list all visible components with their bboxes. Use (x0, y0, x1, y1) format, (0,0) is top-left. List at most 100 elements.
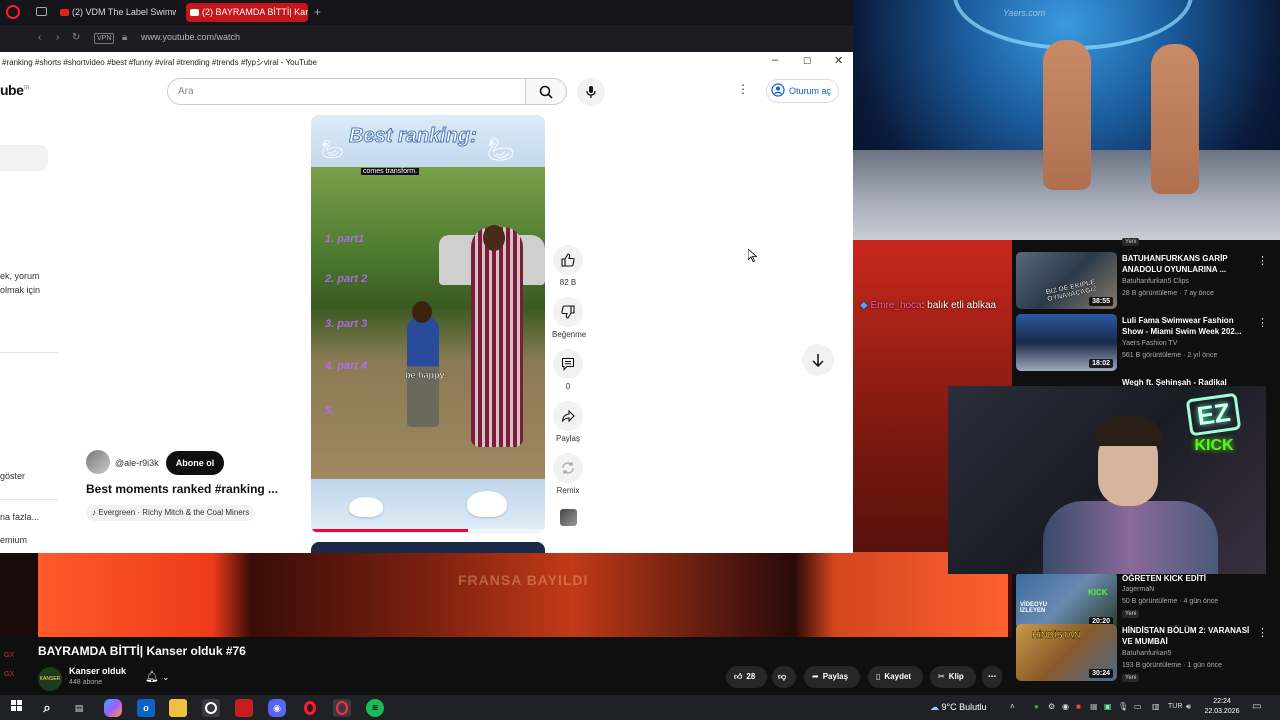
remix-button[interactable] (553, 453, 583, 483)
like-button[interactable] (553, 245, 583, 275)
mic-icon (586, 86, 596, 98)
file-explorer-icon[interactable] (169, 699, 187, 717)
app-tray-icon[interactable]: ▦ (1090, 702, 1098, 711)
opera-gx-icon[interactable] (333, 699, 351, 717)
rec-item[interactable]: VİDEOYU İZLEYEN KICK 20:20 ÖĞRETEN KICK … (1016, 572, 1278, 630)
music-chip[interactable]: ♪ Evergreen · Richy Mitch & the Coal Min… (86, 505, 256, 521)
more-icon[interactable]: ⋮ (1257, 254, 1268, 267)
sound-thumbnail[interactable] (560, 509, 577, 526)
subscribe-button[interactable]: Abone ol (166, 451, 224, 475)
save-button[interactable]: ▯ Kaydet (868, 666, 924, 688)
short-title[interactable]: Best moments ranked #ranking ... (86, 482, 278, 496)
dislike-button[interactable]: 👎︎ (772, 666, 797, 688)
reload-icon[interactable]: ↻ (72, 32, 80, 43)
comment-button[interactable] (553, 349, 583, 379)
signin-button[interactable]: Oturum aç (766, 79, 839, 103)
thumbs-up-icon: 👍︎ (734, 672, 743, 681)
stream-info: BAYRAMDA BİTTİ| Kanser olduk #76 KANSER … (0, 637, 1012, 695)
short-channel-name[interactable]: @ale-r9i3k (115, 458, 159, 468)
steam-tray-icon[interactable]: ⚙ (1048, 702, 1055, 711)
weather-widget[interactable]: ☁ 9°C Bulutlu (930, 702, 987, 713)
dislike-button[interactable] (553, 297, 583, 327)
tab-switcher-icon[interactable] (36, 7, 47, 16)
thumb-text: VİDEOYU İZLEYEN (1020, 602, 1048, 614)
search-input[interactable]: Ara (167, 78, 526, 105)
channel-name[interactable]: Kanser olduk (69, 666, 126, 676)
short-video-player[interactable]: Best ranking: 🦢︎ 🦢︎ be happy. comes tran… (311, 115, 545, 533)
opera-icon[interactable] (301, 699, 319, 717)
task-view-icon[interactable]: ▤ (70, 699, 88, 717)
left-snippet[interactable]: göster (0, 471, 25, 481)
close-button[interactable]: ✕ (834, 54, 843, 67)
maximize-button[interactable]: ☐ (803, 56, 811, 67)
volume-icon[interactable]: 🔊︎ (1186, 702, 1191, 712)
left-snippet[interactable]: emium (0, 535, 27, 545)
video-app-icon[interactable] (235, 699, 253, 717)
more-icon[interactable]: ⋮ (1257, 626, 1268, 639)
share-action[interactable]: Paylaş (552, 401, 584, 443)
rec-item[interactable]: Wegh ft. Şehinşah - Radikal (1016, 376, 1278, 387)
copilot-icon[interactable] (104, 699, 122, 717)
mic-tray-icon[interactable]: 🎙︎ (1118, 702, 1128, 711)
comment-action[interactable]: 0 (552, 349, 584, 391)
outlook-icon[interactable]: o (137, 699, 155, 717)
back-icon[interactable]: ‹ (38, 32, 41, 43)
tab-label: (2) VDM The Label Swimw (72, 7, 176, 17)
spotify-tray-icon[interactable]: ● (1034, 702, 1039, 711)
rec-meta: 50 B görüntüleme · 4 gün önce (1122, 598, 1219, 605)
windows-start-icon[interactable] (7, 699, 25, 717)
network-icon[interactable]: ▥ (1152, 702, 1160, 711)
search-button[interactable] (525, 78, 567, 105)
window-title: #ranking #shorts #shortvideo #best #funn… (2, 58, 318, 67)
clock[interactable]: 22:24 22.03.2026 (1202, 697, 1242, 717)
spotify-icon[interactable]: ≋ (366, 699, 384, 717)
dislike-action[interactable]: Beğenme (552, 297, 586, 339)
short-channel-avatar[interactable] (86, 450, 110, 474)
opera-logo-icon[interactable] (6, 5, 20, 19)
runway-video[interactable]: Yaers.com (853, 0, 1280, 240)
app-tray-icon[interactable]: ▣ (1104, 702, 1112, 711)
more-icon[interactable]: ⋮ (1257, 316, 1268, 329)
voice-search-button[interactable] (577, 78, 605, 106)
settings-menu-icon[interactable]: ⋮ (737, 82, 749, 96)
like-button[interactable]: 👍︎ 28 (726, 666, 768, 688)
obs-icon[interactable] (202, 699, 220, 717)
clip-button[interactable]: ✂ Klip (930, 666, 976, 688)
rec-item[interactable]: 18:02 Luli Fama Swimwear Fashion Show - … (1016, 314, 1278, 372)
tab-vdm[interactable]: (2) VDM The Label Swimw (56, 3, 176, 22)
account-icon (771, 83, 785, 97)
app-tray-icon[interactable]: ▭ (1134, 702, 1142, 711)
vpn-badge[interactable]: VPN (94, 33, 115, 44)
forward-icon[interactable]: › (56, 32, 59, 43)
search-icon[interactable]: ⌕ (38, 699, 56, 717)
rec-item[interactable]: BİZ DE EKİPLE OYNAYACAĞIZ 38:55 BATUHANF… (1016, 252, 1278, 310)
rec-item[interactable]: HİNDİSTAN 30:24 HİNDİSTAN BÖLÜM 2: VARAN… (1016, 624, 1278, 682)
language-indicator[interactable]: TUR (1168, 703, 1182, 710)
bell-icon[interactable]: 🔔︎ ⌄ (145, 670, 170, 683)
address-bar: ‹ › ↻ VPN 🔒︎ www.youtube.com/watch (0, 25, 853, 52)
short-progress-bar[interactable] (311, 529, 545, 532)
channel-avatar[interactable]: KANSER OLDUK (38, 667, 62, 691)
minimize-button[interactable]: – (772, 54, 778, 66)
chevron-down-icon[interactable]: ⌄ (162, 672, 170, 682)
share-button[interactable]: ➦ Paylaş (804, 666, 861, 688)
rec-meta: 561 B görüntüleme · 2 yıl önce (1122, 352, 1218, 359)
new-tab-button[interactable]: + (314, 5, 321, 19)
next-short-preview[interactable] (311, 542, 545, 553)
notification-icon[interactable]: ▭ (1252, 701, 1261, 712)
tab-bayramda[interactable]: (2) BAYRAMDA BİTTİ| Kan (186, 3, 308, 22)
tray-chevron-icon[interactable]: ˄ (1010, 702, 1015, 711)
share-button[interactable] (553, 401, 583, 431)
app-tray-icon[interactable]: ■ (1076, 702, 1081, 711)
more-actions-button[interactable]: ⋯ (982, 666, 1002, 688)
overlay-text: be happy. (405, 370, 447, 380)
url-field[interactable]: www.youtube.com/watch (141, 32, 240, 42)
remix-action[interactable]: Remix (552, 453, 584, 495)
like-action[interactable]: 82 B (552, 245, 584, 287)
youtube-logo[interactable]: ubeTR (0, 82, 30, 98)
rec-title: Luli Fama Swimwear Fashion Show - Miami … (1122, 316, 1242, 336)
discord-icon[interactable]: ◉ (268, 699, 286, 717)
next-short-button[interactable] (802, 344, 834, 376)
left-snippet[interactable]: na fazla... (0, 512, 39, 522)
discord-tray-icon[interactable]: ◉ (1062, 702, 1069, 711)
